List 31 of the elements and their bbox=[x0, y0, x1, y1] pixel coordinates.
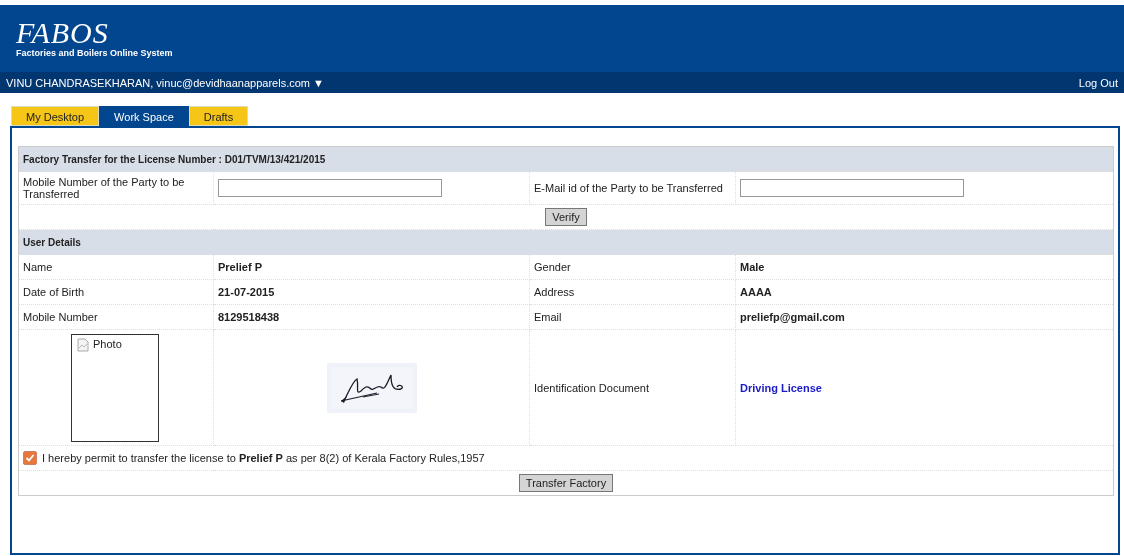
consent-text: I hereby permit to transfer the license to Prelief P as per 8(2) of Kerala Factory Rules,1957 bbox=[42, 452, 485, 464]
photo-alt-text: Photo bbox=[93, 337, 122, 350]
caret-icon: ▼ bbox=[313, 76, 324, 89]
user-menu[interactable]: VINU CHANDRASEKHARAN, vinuc@devidhaanapparels.com ▼ bbox=[6, 76, 324, 89]
field-label: Mobile Number of the Party to be Transferred bbox=[18, 171, 214, 205]
document-link[interactable]: Driving License bbox=[740, 381, 822, 394]
field-label: Name bbox=[18, 254, 214, 280]
verify-button[interactable]: Verify bbox=[545, 208, 587, 226]
tab[interactable]: Work Space bbox=[99, 106, 189, 126]
field-label: Date of Birth bbox=[18, 279, 214, 305]
broken-image-icon bbox=[76, 337, 90, 352]
input-field[interactable] bbox=[740, 179, 964, 197]
field-label: Email bbox=[529, 304, 736, 330]
logo: FABOS bbox=[16, 19, 110, 47]
logout-link[interactable]: Log Out bbox=[1078, 76, 1118, 89]
section-title: Factory Transfer for the License Number : D01/TVM/13/421/2015 bbox=[18, 146, 1114, 172]
field-label: Gender bbox=[529, 254, 736, 280]
field-label: Mobile Number bbox=[18, 304, 214, 330]
field-label: Identification Document bbox=[529, 329, 736, 446]
field-value: 21-07-2015 bbox=[213, 279, 530, 305]
checkbox[interactable] bbox=[23, 451, 37, 465]
field-label: Address bbox=[529, 279, 736, 305]
logo-subtitle: Factories and Boilers Online System bbox=[16, 48, 173, 58]
tab[interactable]: Drafts bbox=[188, 106, 249, 126]
transfer-factory-button[interactable]: Transfer Factory bbox=[518, 474, 614, 492]
section-title: User Details bbox=[18, 229, 1114, 255]
field-label: E-Mail id of the Party to be Transferred bbox=[529, 171, 736, 205]
input-field[interactable] bbox=[218, 179, 442, 197]
tab[interactable]: My Desktop bbox=[11, 106, 100, 126]
field-value: Prelief P bbox=[213, 254, 530, 280]
field-value: 8129518438 bbox=[213, 304, 530, 330]
